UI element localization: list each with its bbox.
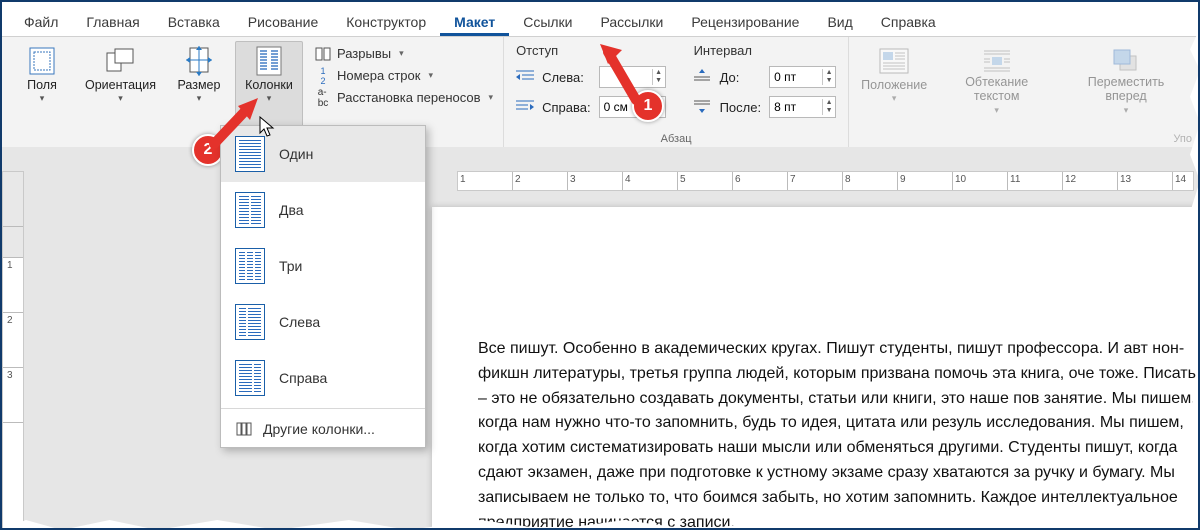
indent-left-input[interactable]: ▲▼ (599, 66, 666, 88)
indent-right-label: Справа: (542, 100, 591, 115)
tab-file[interactable]: Файл (10, 6, 72, 36)
wrap-text-button: Обтекание текстом▾ (935, 41, 1058, 145)
indent-right-icon (516, 99, 534, 115)
columns-three[interactable]: Три (221, 238, 425, 294)
spin-up-icon[interactable]: ▲ (653, 69, 665, 77)
space-before-label: До: (720, 70, 762, 85)
ribbon: Поля ▾ Ориентация ▾ Размер ▾ (2, 37, 1198, 148)
hyphenation-icon: a-bc (315, 91, 331, 105)
spin-down-icon[interactable]: ▼ (823, 77, 835, 85)
columns-more[interactable]: Другие колонки... (221, 411, 425, 447)
group-paragraph-label: Абзац (504, 133, 848, 145)
margins-icon (28, 46, 56, 76)
vertical-ruler[interactable]: 1 2 3 (2, 171, 24, 530)
group-arrange-label: Упо (849, 133, 1198, 145)
spin-down-icon[interactable]: ▼ (823, 107, 835, 115)
chevron-down-icon: ▾ (118, 93, 123, 104)
tab-help[interactable]: Справка (867, 6, 950, 36)
columns-two-icon (235, 192, 265, 228)
tab-references[interactable]: Ссылки (509, 6, 586, 36)
columns-one[interactable]: Один (221, 126, 425, 182)
chevron-down-icon: ▾ (40, 93, 45, 104)
orientation-icon (105, 46, 135, 76)
columns-left[interactable]: Слева (221, 294, 425, 350)
tab-draw[interactable]: Рисование (234, 6, 333, 36)
columns-right-icon (235, 360, 265, 396)
breaks-button[interactable]: Разрывы▾ (309, 43, 499, 64)
chevron-down-icon: ▾ (428, 70, 433, 81)
tab-mailings[interactable]: Рассылки (587, 6, 678, 36)
columns-dropdown: Один Два Три Слева Справа Другие колонки… (220, 125, 426, 448)
hyphenation-button[interactable]: a-bc Расстановка переносов▾ (309, 87, 499, 108)
page-size-icon (186, 46, 212, 76)
line-numbers-icon: 12 (315, 69, 331, 83)
space-before-input[interactable]: ▲▼ (769, 66, 836, 88)
tab-strip: Файл Главная Вставка Рисование Конструкт… (2, 2, 1198, 37)
space-after-label: После: (720, 100, 762, 115)
space-after-input[interactable]: ▲▼ (769, 96, 836, 118)
tab-view[interactable]: Вид (813, 6, 866, 36)
columns-one-icon (235, 136, 265, 172)
document-body-text[interactable]: Все пишут. Особенно в академических круг… (478, 337, 1200, 530)
wrap-text-icon (982, 46, 1012, 76)
columns-right[interactable]: Справа (221, 350, 425, 406)
columns-left-icon (235, 304, 265, 340)
columns-more-icon (235, 422, 253, 436)
document-page[interactable]: Все пишут. Особенно в академических круг… (432, 207, 1200, 530)
chevron-down-icon: ▾ (399, 48, 404, 59)
spin-down-icon[interactable]: ▼ (653, 77, 665, 85)
indent-heading: Отступ (516, 43, 666, 60)
breaks-icon (315, 47, 331, 61)
tab-review[interactable]: Рецензирование (677, 6, 813, 36)
horizontal-ruler[interactable]: 123 456 789 101112 1314 (457, 171, 1194, 191)
line-numbers-button[interactable]: 12 Номера строк▾ (309, 65, 499, 86)
spacing-heading: Интервал (694, 43, 837, 60)
bring-forward-icon (1112, 46, 1140, 76)
tab-insert[interactable]: Вставка (154, 6, 234, 36)
tab-layout[interactable]: Макет (440, 6, 509, 36)
margins-button[interactable]: Поля ▾ (8, 41, 76, 145)
position-button: Положение▾ (855, 41, 933, 145)
columns-icon (256, 46, 282, 76)
document-area: ш 1 2 3 123 456 789 101112 1314 Все пишу… (2, 147, 1198, 528)
orientation-button[interactable]: Ориентация ▾ (78, 41, 163, 145)
chevron-down-icon: ▾ (197, 93, 202, 104)
spin-up-icon[interactable]: ▲ (823, 99, 835, 107)
indent-left-label: Слева: (542, 70, 591, 85)
columns-three-icon (235, 248, 265, 284)
spin-up-icon[interactable]: ▲ (823, 69, 835, 77)
tab-design[interactable]: Конструктор (332, 6, 440, 36)
chevron-down-icon: ▾ (489, 92, 494, 103)
indent-left-icon (516, 69, 534, 85)
tab-home[interactable]: Главная (72, 6, 153, 36)
bring-forward-button: Переместить вперед▾ (1060, 41, 1192, 145)
position-icon (879, 46, 909, 76)
space-before-icon (694, 69, 712, 85)
space-after-icon (694, 99, 712, 115)
annotation-badge-1: 1 (632, 90, 664, 122)
chevron-down-icon: ▾ (267, 93, 272, 104)
columns-two[interactable]: Два (221, 182, 425, 238)
